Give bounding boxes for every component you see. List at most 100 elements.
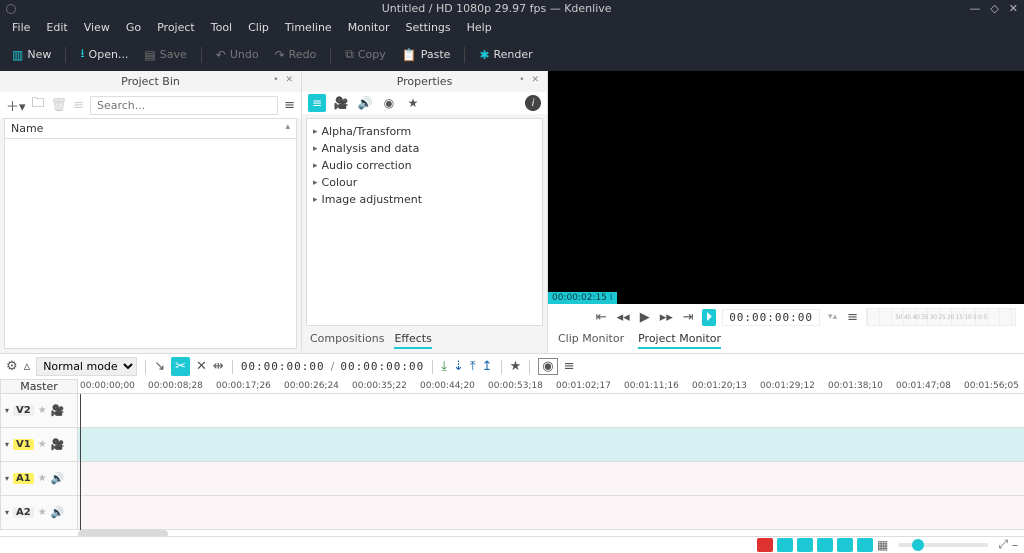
paste-button[interactable]: 📋Paste	[396, 46, 457, 64]
monitor-timecode[interactable]: 00:00:00:00	[722, 309, 820, 326]
effects-category[interactable]: ▸Analysis and data	[309, 140, 540, 157]
monitor-forward-button[interactable]: ▸▸	[658, 310, 675, 325]
expand-icon[interactable]: ▾	[5, 406, 9, 415]
extract-zone-button[interactable]: ⤒	[470, 359, 476, 374]
effects-category[interactable]: ▸Alpha/Transform	[309, 123, 540, 140]
lane-v2[interactable]	[78, 394, 1024, 428]
tab-project-monitor[interactable]: Project Monitor	[638, 332, 721, 349]
mute-icon[interactable]: ★	[38, 473, 47, 484]
expand-icon[interactable]: ▾	[5, 508, 9, 517]
redo-button[interactable]: ↷Redo	[269, 46, 323, 64]
mute-icon[interactable]: ★	[38, 405, 47, 416]
status-color-2[interactable]	[797, 538, 813, 552]
track-header-v1[interactable]: ▾ V1 ★ 🎥	[0, 428, 78, 462]
razor-tool-button[interactable]: ✂	[171, 357, 190, 376]
zoom-out-button[interactable]: –	[1012, 538, 1018, 552]
show-thumbs-button[interactable]: ▦	[877, 538, 888, 552]
maximize-icon[interactable]: ◇	[990, 2, 998, 15]
project-bin-list[interactable]: Name ▴	[4, 118, 297, 349]
search-input[interactable]	[90, 96, 278, 115]
monitor-tc-down-button[interactable]: ▾▴	[826, 312, 839, 322]
lane-a2[interactable]	[78, 496, 1024, 530]
expand-icon[interactable]: ▾	[5, 474, 9, 483]
track-lanes[interactable]	[78, 394, 1024, 530]
menu-tool[interactable]: Tool	[203, 19, 240, 36]
filter-favorite-button[interactable]: ★	[404, 94, 422, 112]
add-folder-button[interactable]: 🗀	[32, 94, 45, 116]
track-compositing-button[interactable]: ▵	[24, 359, 31, 374]
insert-zone-button[interactable]: ⤓	[441, 359, 447, 374]
undo-button[interactable]: ↶Undo	[210, 46, 265, 64]
bin-column-header[interactable]: Name ▴	[5, 119, 296, 139]
lane-a1[interactable]	[78, 462, 1024, 496]
monitor-options-button[interactable]: ≡	[845, 310, 860, 325]
filter-main-button[interactable]: ≡	[308, 94, 326, 112]
mute-icon[interactable]: ★	[38, 439, 47, 450]
selection-tool-button[interactable]: ↘	[154, 359, 165, 374]
menu-help[interactable]: Help	[459, 19, 500, 36]
track-header-a1[interactable]: ▾ A1 ★ 🔊	[0, 462, 78, 496]
lane-v1[interactable]	[78, 428, 1024, 462]
monitor-zone-button[interactable]: ⏵	[702, 309, 717, 326]
favorite-effects-button[interactable]: ★	[510, 359, 522, 374]
monitor-view[interactable]: 00:00:02:15 ⁞	[548, 71, 1024, 304]
status-color-red[interactable]	[757, 538, 773, 552]
effects-tree[interactable]: ▸Alpha/Transform ▸Analysis and data ▸Aud…	[306, 118, 543, 326]
tab-compositions[interactable]: Compositions	[310, 332, 384, 349]
video-icon[interactable]: 🎥	[51, 404, 65, 417]
monitor-play-button[interactable]: ▶	[638, 310, 652, 325]
filter-custom-button[interactable]: ◉	[380, 94, 398, 112]
video-icon[interactable]: 🎥	[51, 438, 65, 451]
copy-button[interactable]: ⧉Copy	[339, 45, 391, 64]
menu-clip[interactable]: Clip	[240, 19, 277, 36]
audio-icon[interactable]: 🔊	[51, 472, 65, 485]
save-button[interactable]: ▤Save	[138, 46, 192, 64]
mute-icon[interactable]: ★	[38, 507, 47, 518]
new-button[interactable]: ▥New	[6, 46, 57, 64]
menu-monitor[interactable]: Monitor	[340, 19, 398, 36]
expand-icon[interactable]: ▾	[5, 440, 9, 449]
open-button[interactable]: ⭳Open...	[74, 42, 134, 67]
status-color-3[interactable]	[817, 538, 833, 552]
tab-effects[interactable]: Effects	[394, 332, 431, 349]
menu-timeline[interactable]: Timeline	[277, 19, 340, 36]
fit-zoom-button[interactable]: ⇹	[213, 359, 224, 374]
filter-video-button[interactable]: 🎥	[332, 94, 350, 112]
info-icon[interactable]: i	[525, 95, 541, 111]
delete-clip-button[interactable]: 🗑	[51, 98, 68, 113]
menu-file[interactable]: File	[4, 19, 38, 36]
effects-category[interactable]: ▸Image adjustment	[309, 191, 540, 208]
playhead[interactable]	[80, 394, 81, 530]
add-clip-button[interactable]: ＋▾	[6, 96, 26, 115]
menu-settings[interactable]: Settings	[398, 19, 459, 36]
monitor-rewind-button[interactable]: ◂◂	[615, 310, 632, 325]
preview-render-button[interactable]: ◉	[538, 358, 557, 375]
overwrite-zone-button[interactable]: ⇣	[453, 359, 464, 374]
menu-edit[interactable]: Edit	[38, 19, 75, 36]
timeline-ruler[interactable]: 00:00:00;00 00:00:08;28 00:00:17;26 00:0…	[78, 379, 1024, 394]
status-color-5[interactable]	[857, 538, 873, 552]
menu-go[interactable]: Go	[118, 19, 149, 36]
lift-zone-button[interactable]: ↥	[482, 359, 493, 374]
render-button[interactable]: ✱Render	[473, 46, 538, 64]
track-header-a2[interactable]: ▾ A2 ★ 🔊	[0, 496, 78, 530]
filter-audio-button[interactable]: 🔊	[356, 94, 374, 112]
zoom-slider[interactable]	[898, 543, 988, 547]
minimize-icon[interactable]: —	[969, 2, 980, 15]
status-color-1[interactable]	[777, 538, 793, 552]
effects-category[interactable]: ▸Audio correction	[309, 157, 540, 174]
master-track-button[interactable]: Master	[0, 379, 78, 394]
timeline-settings-button[interactable]: ⚙	[6, 359, 18, 374]
monitor-go-end-button[interactable]: ⇥	[681, 310, 696, 325]
timeline-timecode-current[interactable]: 00:00:00:00	[241, 360, 325, 373]
menu-project[interactable]: Project	[149, 19, 203, 36]
spacer-tool-button[interactable]: ✕	[196, 359, 207, 374]
undock-icon[interactable]: • ✕	[273, 75, 295, 85]
menu-view[interactable]: View	[76, 19, 118, 36]
close-icon[interactable]: ✕	[1009, 2, 1018, 15]
edit-mode-select[interactable]: Normal mode	[36, 357, 137, 376]
undock-icon[interactable]: • ✕	[519, 75, 541, 85]
track-header-v2[interactable]: ▾ V2 ★ 🎥	[0, 394, 78, 428]
tab-clip-monitor[interactable]: Clip Monitor	[558, 332, 624, 349]
status-color-4[interactable]	[837, 538, 853, 552]
